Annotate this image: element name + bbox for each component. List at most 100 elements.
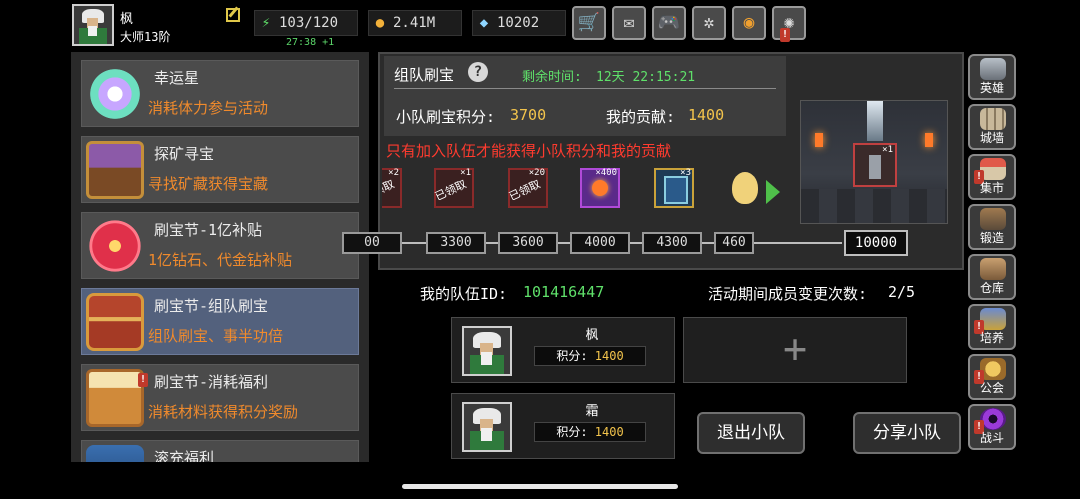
sidebar-label: 培养 — [979, 331, 1004, 345]
team-treasure-panel: 组队刷宝 ? 剩余时间: 12天 22:15:21 小队刷宝积分: 3700 我… — [342, 52, 964, 270]
event-lucky-star[interactable]: 幸运星 消耗体力参与活动 — [77, 56, 359, 132]
event-team-treasure[interactable]: 刷宝节-组队刷宝 组队刷宝、事半功倍 — [81, 288, 359, 355]
reward-multiplier: ×400 — [595, 168, 617, 178]
member-score-label: 积分: — [556, 425, 588, 439]
event-recharge[interactable]: 滚充福利 — [81, 440, 359, 462]
sidebar-item-battle[interactable]: ! 战斗 — [968, 404, 1016, 450]
event-subsidy[interactable]: 刷宝节-1亿补贴 1亿钻石、代金钻补贴 — [81, 212, 359, 279]
scene-reward-item[interactable]: ×1 — [853, 143, 897, 187]
milestone-progress: 00 3300 3600 4000 4300 460 10000 — [342, 230, 908, 256]
milestone: 460 — [714, 232, 754, 254]
settings-button[interactable]: ✲ — [692, 6, 726, 40]
gem-resource[interactable]: ◆ 10202 — [472, 10, 566, 36]
share-team-button[interactable]: 分享小队 — [853, 412, 961, 454]
team-score-label: 小队刷宝积分: — [396, 108, 496, 126]
sidebar-label: 仓库 — [979, 281, 1004, 295]
reward-egg[interactable] — [726, 168, 766, 208]
add-member-slot[interactable]: + — [683, 317, 907, 383]
mail-icon: ✉ — [623, 12, 635, 33]
event-consume-welfare[interactable]: ! 刷宝节-消耗福利 消耗材料获得积分奖励 — [81, 364, 359, 431]
sidebar-label: 英雄 — [979, 81, 1004, 95]
member-name: 霜 — [585, 404, 599, 419]
help-icon[interactable]: ? — [468, 62, 488, 82]
event-desc: 1亿钻石、代金钻补贴 — [148, 251, 293, 269]
event-desc: 组队刷宝、事半功倍 — [148, 327, 284, 345]
reward-item[interactable]: ×400 — [580, 168, 620, 208]
member-avatar — [462, 402, 512, 452]
remaining-time-value: 12天 22:15:21 — [596, 70, 696, 85]
energy-resource[interactable]: ⚡ 103/120 — [254, 10, 358, 36]
shop-button[interactable]: 🛒 — [572, 6, 606, 40]
event-title: 幸运星 — [154, 69, 200, 87]
event-title: 滚充福利 — [154, 449, 215, 462]
member-avatar — [462, 326, 512, 376]
player-avatar[interactable] — [72, 4, 114, 46]
member-changes-label: 活动期间成员变更次数: — [708, 285, 868, 303]
claimed-stamp: 已领取 — [382, 177, 397, 204]
gamepad-button[interactable]: 🎮 — [652, 6, 686, 40]
diamond-icon: ◆ — [479, 15, 489, 31]
gold-value: 2.41M — [393, 15, 436, 31]
member-score-value: 1400 — [594, 349, 624, 363]
sidebar-item-warehouse[interactable]: 仓库 — [968, 254, 1016, 300]
event-mining[interactable]: 探矿寻宝 寻找矿藏获得宝藏 — [81, 136, 359, 203]
milestone: 3300 — [426, 232, 486, 254]
join-team-warning: 只有加入队伍才能获得小队积分和我的贡献 — [386, 142, 672, 160]
member-score: 积分: 1400 — [534, 422, 646, 442]
my-contribution-value: 1400 — [688, 106, 725, 124]
torch-icon — [815, 133, 823, 147]
torch-icon — [925, 133, 933, 147]
milestone-final: 10000 — [844, 230, 908, 256]
crack-button[interactable]: ✺ ! — [772, 6, 806, 42]
sidebar-item-guild[interactable]: ! 公会 — [968, 354, 1016, 400]
red-flower-icon — [86, 217, 144, 275]
leave-team-button[interactable]: 退出小队 — [697, 412, 805, 454]
reward-item[interactable]: ×1 已领取 — [433, 168, 474, 208]
energy-value: 103/120 — [279, 15, 339, 31]
warehouse-icon — [980, 258, 1006, 280]
player-rank: 大师13阶 — [120, 30, 171, 44]
member-score-label: 积分: — [556, 349, 588, 363]
team-score-value: 3700 — [510, 106, 547, 124]
team-id-label: 我的队伍ID: — [420, 285, 508, 303]
sidebar-item-hero[interactable]: 英雄 — [968, 54, 1016, 100]
gear-icon: ✲ — [703, 12, 715, 33]
gallery-button[interactable]: ◉ — [732, 6, 766, 40]
alert-badge: ! — [780, 28, 790, 42]
sidebar-item-forge[interactable]: 锻造 — [968, 204, 1016, 250]
mining-chest-icon — [86, 141, 144, 199]
gamepad-icon: 🎮 — [657, 12, 681, 33]
reward-item[interactable]: ×2 已领取 — [382, 168, 402, 208]
panel-title: 组队刷宝 — [394, 66, 455, 84]
divider — [394, 88, 776, 89]
plus-icon: + — [782, 326, 808, 372]
reward-multiplier: ×1 — [882, 145, 893, 155]
home-indicator[interactable] — [402, 484, 678, 489]
milestone: 4300 — [642, 232, 702, 254]
team-member-card[interactable]: 霜 积分: 1400 — [451, 393, 675, 459]
event-list[interactable]: 幸运星 消耗体力参与活动 探矿寻宝 寻找矿藏获得宝藏 刷宝节-1亿补贴 1亿钻石… — [71, 52, 369, 462]
edit-name-icon[interactable] — [226, 8, 240, 22]
anvil-icon — [980, 208, 1006, 230]
reward-item[interactable]: ×3 — [654, 168, 694, 208]
scroll-right-arrow-icon[interactable] — [766, 180, 780, 204]
team-member-card[interactable]: 枫 积分: 1400 — [451, 317, 675, 383]
reward-track[interactable]: ×2 已领取 ×1 已领取 ×20 已领取 ×400 ×3 — [382, 166, 790, 212]
sidebar-item-train[interactable]: ! 培养 — [968, 304, 1016, 350]
gold-resource[interactable]: ● 2.41M — [368, 10, 462, 36]
sidebar-item-market[interactable]: ! 集市 — [968, 154, 1016, 200]
event-title: 刷宝节-1亿补贴 — [154, 221, 263, 239]
alert-badge: ! — [138, 373, 148, 387]
energy-timer: 27:38 +1 — [286, 37, 335, 48]
figure-icon — [869, 155, 881, 179]
member-score-value: 1400 — [594, 425, 624, 439]
mail-button[interactable]: ✉ — [612, 6, 646, 40]
sidebar-label: 城墙 — [979, 131, 1004, 145]
sidebar-item-wall[interactable]: 城墙 — [968, 104, 1016, 150]
reward-item[interactable]: ×20 已领取 — [507, 168, 548, 208]
my-contribution-label: 我的贡献: — [606, 108, 676, 126]
gold-coin-icon: ● — [375, 15, 385, 31]
event-desc: 寻找矿藏获得宝藏 — [148, 175, 269, 193]
light-beam — [867, 101, 883, 141]
gem-value: 10202 — [497, 15, 540, 31]
